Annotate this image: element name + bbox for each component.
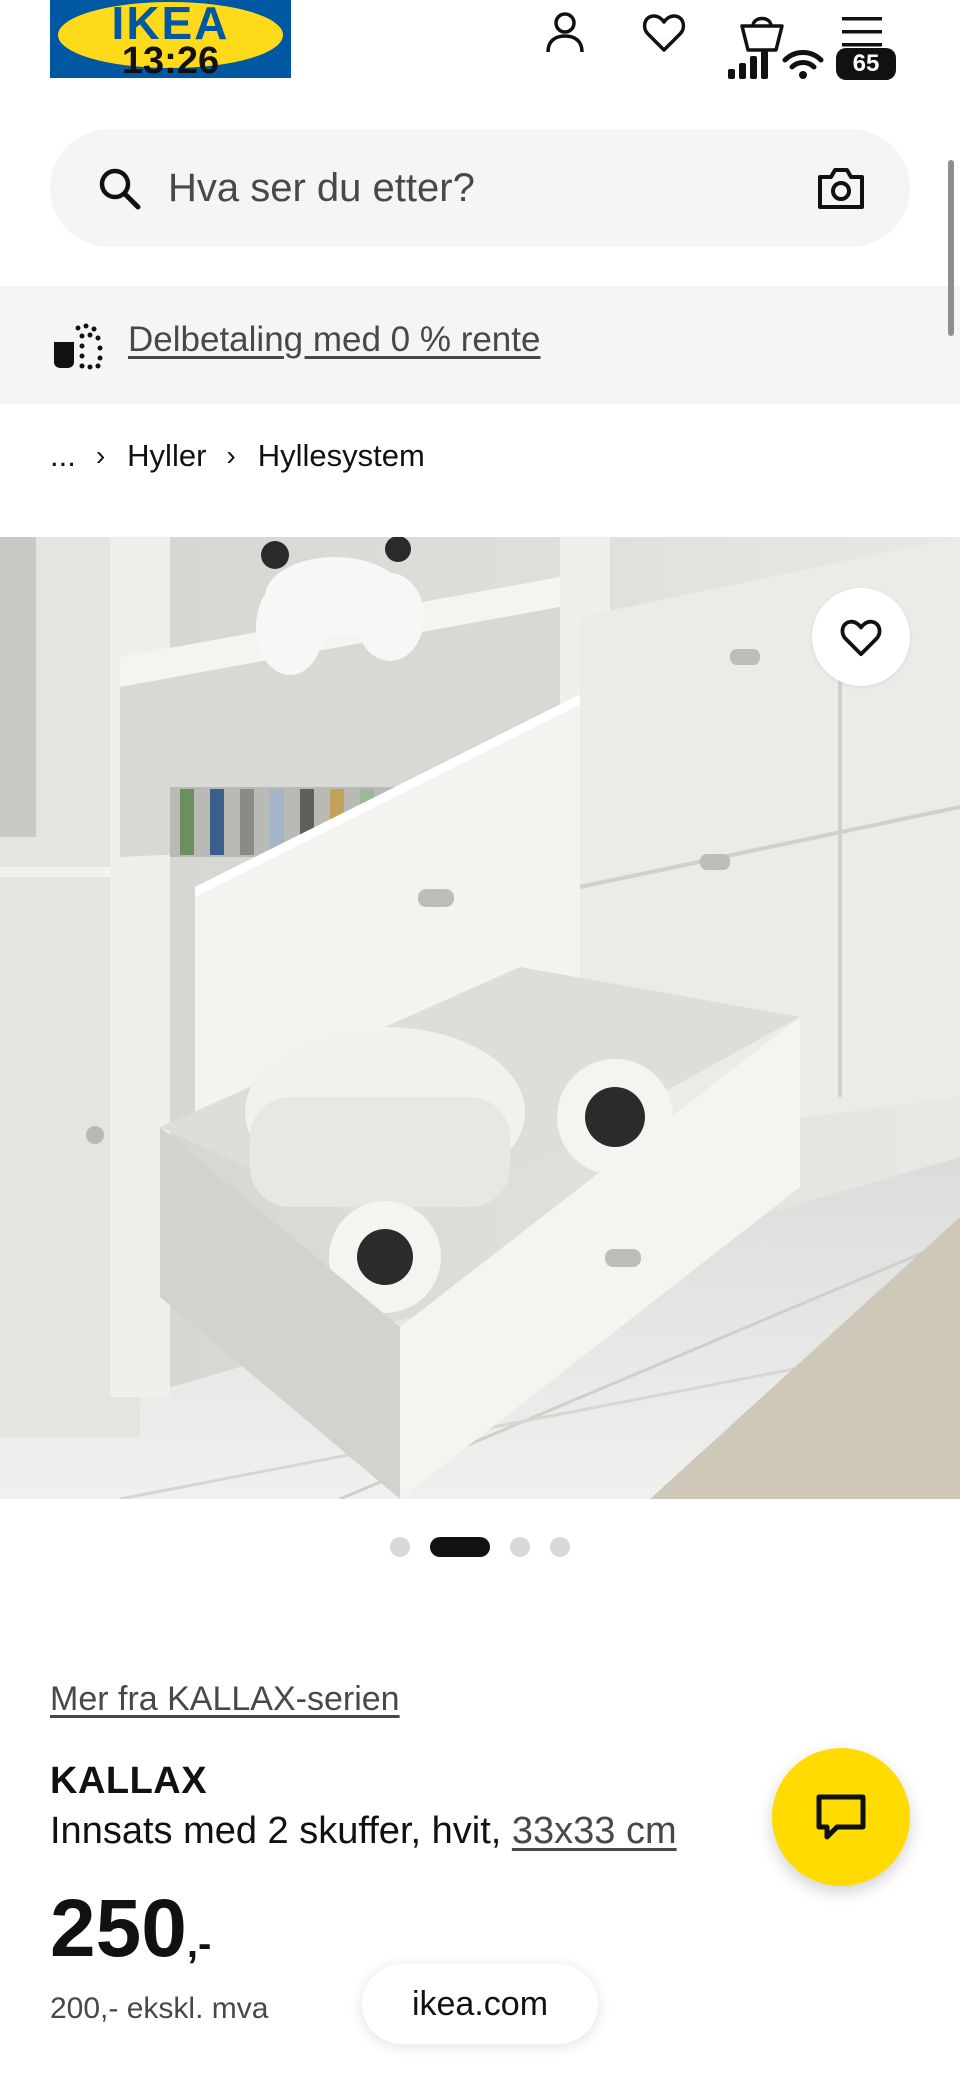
search-icon	[99, 168, 141, 210]
add-to-favorites-button[interactable]	[812, 588, 910, 686]
top-header: IKEA 13:26 65	[0, 0, 960, 100]
product-image[interactable]	[0, 537, 960, 1499]
product-description-text: Innsats med 2 skuffer, hvit,	[50, 1810, 502, 1852]
product-description: Innsats med 2 skuffer, hvit, 33x33 cm	[50, 1810, 677, 1853]
ikea-logo[interactable]: IKEA 13:26	[50, 0, 291, 78]
product-price: 250 ,-	[50, 1888, 211, 1970]
installment-link[interactable]: Delbetaling med 0 % rente	[128, 320, 540, 360]
wifi-icon	[782, 50, 824, 79]
carousel-dot-3[interactable]	[510, 1537, 530, 1557]
breadcrumb-ellipsis[interactable]: ...	[50, 438, 76, 474]
series-link[interactable]: Mer fra KALLAX-serien	[50, 1680, 400, 1719]
scrollbar[interactable]	[948, 160, 954, 336]
carousel-dot-2-active[interactable]	[430, 1537, 490, 1557]
status-time: 13:26	[121, 40, 220, 78]
search-bar[interactable]	[50, 129, 910, 247]
price-ex-vat: 200,- ekskl. mva	[50, 1992, 269, 2025]
product-photo-illustration	[0, 537, 960, 1499]
payment-banner: Delbetaling med 0 % rente	[0, 286, 960, 404]
carousel-dot-4[interactable]	[550, 1537, 570, 1557]
status-indicators: 65	[728, 44, 896, 84]
cellular-signal-icon	[728, 49, 768, 79]
installment-payment-icon	[54, 323, 103, 370]
battery-indicator: 65	[836, 48, 896, 80]
chevron-right-icon: ›	[95, 440, 106, 471]
carousel-dot-1[interactable]	[390, 1537, 410, 1557]
chevron-right-icon: ›	[226, 440, 236, 471]
product-size-link[interactable]: 33x33 cm	[512, 1810, 677, 1852]
chat-button[interactable]	[772, 1748, 910, 1886]
chat-bubble-icon	[816, 1794, 866, 1840]
profile-icon[interactable]	[541, 8, 589, 56]
carousel-indicator	[0, 1536, 960, 1558]
breadcrumb-item-hyllesystem[interactable]: Hyllesystem	[258, 438, 425, 474]
breadcrumb-item-hyller[interactable]: Hyller	[127, 438, 206, 474]
price-suffix: ,-	[186, 1922, 212, 1966]
browser-url-bar[interactable]: ikea.com	[362, 1964, 598, 2044]
product-name: KALLAX	[50, 1760, 208, 1802]
heart-icon	[840, 619, 882, 657]
breadcrumb: ... › Hyller › Hyllesystem	[50, 436, 425, 476]
heart-icon[interactable]	[640, 8, 688, 56]
search-input[interactable]	[168, 153, 808, 223]
price-amount: 250	[50, 1883, 187, 1974]
camera-icon[interactable]	[816, 165, 866, 211]
